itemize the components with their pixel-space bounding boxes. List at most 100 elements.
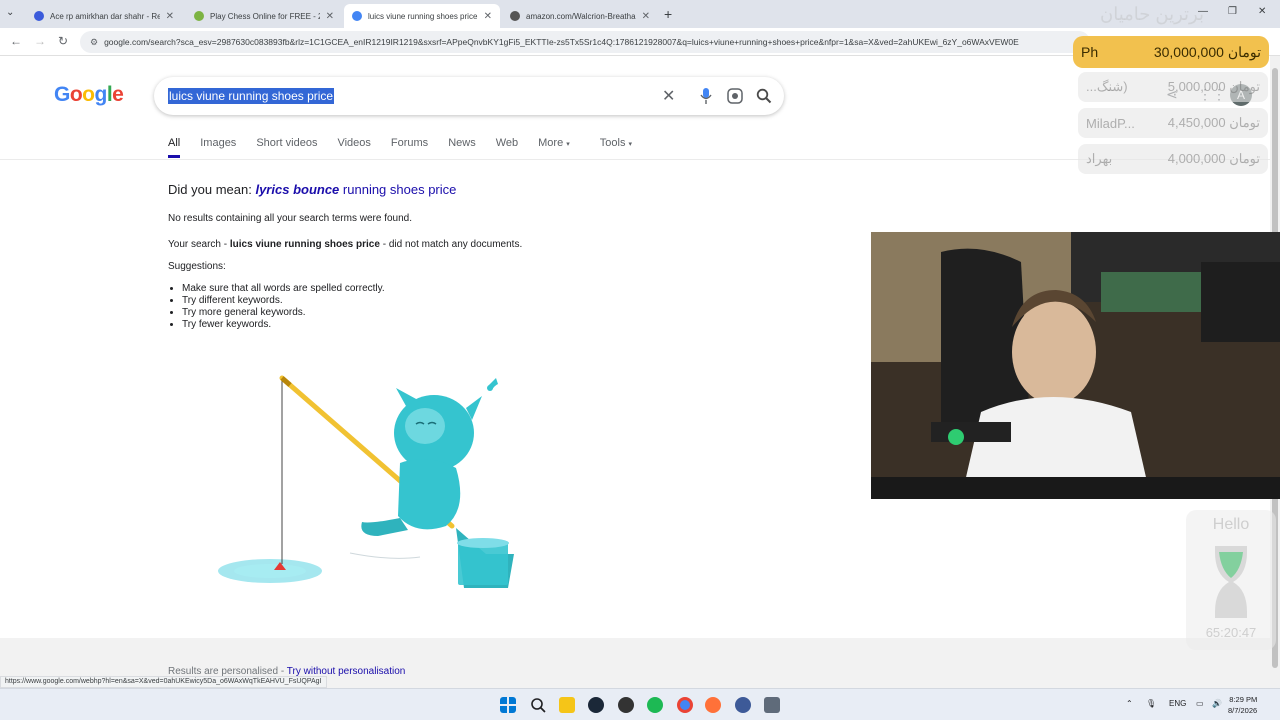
donor-amount: 5,000,000 تومان	[1167, 79, 1260, 94]
search-input[interactable]: luics viune running shoes price	[168, 88, 335, 104]
list-item: Make sure that all words are spelled cor…	[182, 283, 385, 295]
steam-icon[interactable]	[588, 697, 604, 713]
tab-title: Ace rp amirkhan dar shahr - Re	[50, 11, 160, 21]
hourglass-icon	[1215, 546, 1247, 618]
list-item: Try different keywords.	[182, 295, 385, 307]
tab-videos[interactable]: Videos	[337, 137, 370, 158]
app-icon[interactable]	[735, 697, 751, 713]
status-bar-url: https://www.google.com/webhp?hl=en&sa=X&…	[0, 676, 327, 688]
tab-title: amazon.com/Walcrion-Breatha	[526, 11, 636, 21]
browser-tab-2[interactable]: Play Chess Online for FREE - 2 ✕	[186, 4, 342, 28]
donor-name: ...شنگ)	[1086, 79, 1128, 94]
donor-amount: 4,000,000 تومان	[1167, 151, 1260, 166]
tab-web[interactable]: Web	[496, 137, 518, 158]
your-search-message: Your search - luics viune running shoes …	[168, 239, 522, 250]
your-search-suffix: - did not match any documents.	[382, 239, 523, 250]
lens-icon[interactable]	[727, 88, 743, 104]
volume-icon[interactable]: 🔊	[1212, 699, 1222, 708]
no-results-message: No results containing all your search te…	[168, 213, 413, 224]
suggestion-word: lyrics	[255, 182, 290, 197]
chess-favicon-icon	[194, 11, 204, 21]
app-icon[interactable]	[618, 697, 634, 713]
file-explorer-icon[interactable]	[559, 697, 575, 713]
donors-header: برترین حامیان	[1100, 4, 1204, 24]
close-window-icon[interactable]: ✕	[1258, 6, 1266, 17]
clock-time: 8:29 PM	[1229, 695, 1258, 704]
windows-start-icon[interactable]	[500, 697, 516, 713]
close-tab-icon[interactable]: ✕	[642, 11, 650, 22]
tab-tools[interactable]: Tools ▾	[600, 137, 632, 158]
tray-chevron-icon[interactable]: ⌃	[1126, 699, 1133, 708]
tab-title: Play Chess Online for FREE - 2	[210, 11, 320, 21]
reload-icon[interactable]: ↻	[58, 34, 68, 48]
tab-all[interactable]: All	[168, 137, 181, 158]
google-logo[interactable]: Google	[54, 83, 124, 107]
microphone-icon[interactable]	[700, 87, 712, 105]
language-indicator[interactable]: ENG	[1169, 699, 1186, 708]
maximize-icon[interactable]: ❐	[1228, 6, 1237, 17]
tab-images[interactable]: Images	[200, 137, 236, 158]
site-favicon-icon	[34, 11, 44, 21]
browser-tab-3[interactable]: luics viune running shoes price ✕	[344, 4, 500, 28]
spotify-icon[interactable]	[647, 697, 663, 713]
back-icon[interactable]: ←	[10, 34, 22, 48]
donor-name: MiladP...	[1086, 115, 1135, 131]
suggestion-rest: running shoes price	[342, 182, 457, 197]
calculator-icon[interactable]	[764, 697, 780, 713]
tab-more[interactable]: More ▾	[538, 137, 570, 158]
tab-strip: ⌄ Ace rp amirkhan dar shahr - Re ✕ Play …	[0, 0, 1280, 28]
network-icon[interactable]: ▭	[1196, 699, 1204, 708]
browser-tab-1[interactable]: Ace rp amirkhan dar shahr - Re ✕	[26, 4, 182, 28]
search-box[interactable]: luics viune running shoes price ✕	[154, 77, 784, 115]
donor-amount: 30,000,000 تومان	[1153, 43, 1261, 60]
close-tab-icon[interactable]: ✕	[326, 11, 334, 22]
your-search-term: luics viune running shoes price	[229, 239, 380, 250]
taskbar-clock[interactable]: 8:29 PM 8/7/2026	[1228, 694, 1257, 716]
url-text: google.com/search?sca_esv=2987630c083893…	[104, 37, 1019, 47]
tab-title: luics viune running shoes price	[368, 11, 478, 21]
forward-icon[interactable]: →	[34, 34, 46, 48]
donor-row: ...شنگ) 5,000,000 تومان	[1078, 72, 1268, 102]
tab-news[interactable]: News	[448, 137, 476, 158]
new-tab-icon[interactable]: +	[664, 6, 672, 22]
browser-tab-4[interactable]: amazon.com/Walcrion-Breatha ✕	[502, 4, 658, 28]
donor-amount: 4,450,000 تومان	[1167, 115, 1260, 130]
clear-search-icon[interactable]: ✕	[662, 86, 675, 106]
stream-timer: Hello 65:20:47	[1186, 510, 1276, 650]
suggestions-list: Make sure that all words are spelled cor…	[182, 283, 385, 331]
close-tab-icon[interactable]: ✕	[484, 11, 492, 22]
webcam-overlay	[871, 232, 1280, 499]
chrome-icon[interactable]	[677, 697, 693, 713]
close-tab-icon[interactable]: ✕	[166, 11, 174, 22]
site-info-icon[interactable]: ⚙	[90, 37, 98, 48]
suggestions-label: Suggestions:	[168, 261, 226, 272]
donor-row: MiladP... 4,450,000 تومان	[1078, 108, 1268, 138]
list-item: Try more general keywords.	[182, 307, 385, 319]
firefox-icon[interactable]	[705, 697, 721, 713]
clock-date: 8/7/2026	[1228, 706, 1258, 715]
your-search-prefix: Your search -	[168, 239, 228, 250]
tab-search-icon[interactable]: ⌄	[6, 7, 14, 18]
top-donor-card: Ph 30,000,000 تومان	[1073, 36, 1269, 68]
google-favicon-icon	[352, 11, 362, 21]
list-item: Try fewer keywords.	[182, 319, 385, 331]
search-nav-tabs: All Images Short videos Videos Forums Ne…	[168, 137, 652, 158]
caret-down-icon: ▾	[628, 141, 633, 148]
tools-label: Tools	[599, 137, 626, 149]
amazon-favicon-icon	[510, 11, 520, 21]
search-icon[interactable]	[756, 88, 772, 104]
did-you-mean-label: Did you mean:	[168, 182, 252, 197]
timer-time: 65:20:47	[1205, 625, 1257, 640]
tab-short-videos[interactable]: Short videos	[256, 137, 317, 158]
caret-down-icon: ▾	[566, 141, 570, 148]
fishing-monster-illustration	[218, 375, 514, 588]
address-bar[interactable]: ⚙ google.com/search?sca_esv=2987630c0838…	[80, 31, 1090, 53]
did-you-mean: Did you mean: lyrics bounce running shoe…	[168, 182, 456, 197]
donor-row: بهراد 4,000,000 تومان	[1078, 144, 1268, 174]
microphone-tray-icon[interactable]: 🎙	[1146, 699, 1156, 708]
suggested-query-link[interactable]: lyrics bounce running shoes price	[255, 182, 456, 197]
windows-taskbar: ⌃ 🎙 ENG ▭ 🔊 8:29 PM 8/7/2026	[0, 688, 1280, 720]
timer-label: Hello	[1212, 516, 1250, 533]
search-icon[interactable]	[530, 697, 546, 713]
tab-forums[interactable]: Forums	[391, 137, 428, 158]
